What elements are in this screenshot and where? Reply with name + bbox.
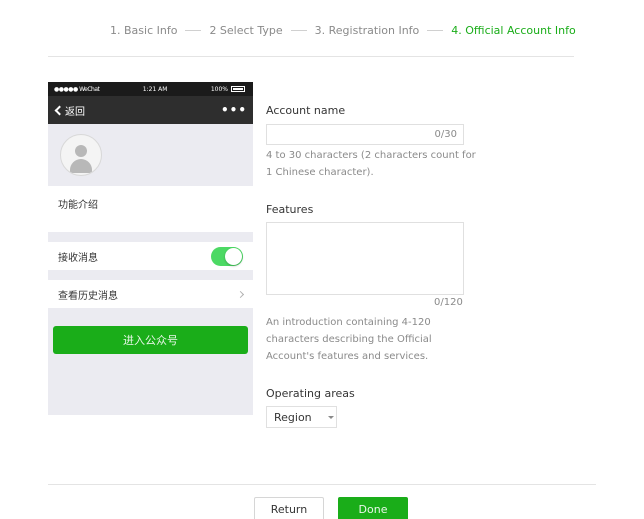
- registration-steps: 1. Basic Info 2 Select Type 3. Registrat…: [110, 24, 576, 37]
- step-registration-info: 3. Registration Info: [314, 24, 420, 37]
- step-basic-info: 1. Basic Info: [110, 24, 178, 37]
- status-time: 1:21 AM: [142, 85, 168, 93]
- back-label: 返回: [65, 106, 85, 118]
- phone-status-bar: ●●●●● WeChat 1:21 AM 100%: [48, 82, 253, 96]
- operating-areas-label: Operating areas: [266, 387, 355, 400]
- chevron-right-icon: [236, 290, 245, 298]
- features-hint: An introduction containing 4-120 charact…: [266, 317, 432, 362]
- receive-messages-label: 接收消息: [58, 252, 98, 264]
- enter-account-button: 进入公众号: [53, 326, 248, 354]
- region-select-value: Region: [274, 410, 312, 424]
- features-counter: 0/120: [434, 297, 463, 308]
- feature-intro-row: 功能介绍: [48, 186, 253, 232]
- battery-icon: [231, 86, 245, 92]
- history-messages-row: 查看历史消息: [48, 280, 253, 308]
- footer-divider: [48, 484, 596, 485]
- chevron-left-icon: [54, 105, 65, 115]
- phone-nav-bar: 返回 •••: [48, 96, 253, 124]
- account-name-hint: 4 to 30 characters (2 characters count f…: [266, 150, 476, 178]
- profile-header: [48, 124, 253, 186]
- step-official-account-info: 4. Official Account Info: [451, 24, 576, 37]
- history-messages-label: 查看历史消息: [58, 290, 118, 302]
- back-button: 返回: [54, 103, 85, 118]
- step-separator: [185, 30, 202, 31]
- account-name-label: Account name: [266, 104, 346, 117]
- battery-percent: 100%: [210, 85, 228, 93]
- carrier-signal: ●●●●● WeChat: [54, 85, 100, 93]
- features-textarea[interactable]: [266, 222, 464, 295]
- done-button[interactable]: Done: [338, 497, 408, 519]
- phone-preview: ●●●●● WeChat 1:21 AM 100% 返回 ••• 功能介绍 接收…: [48, 82, 253, 415]
- avatar-placeholder-icon: [60, 134, 102, 176]
- header-divider: [48, 56, 574, 57]
- features-label: Features: [266, 203, 314, 216]
- more-icon: •••: [220, 103, 247, 117]
- receive-messages-toggle: [211, 246, 243, 266]
- step-separator: [427, 30, 444, 31]
- region-select[interactable]: Region: [266, 406, 337, 428]
- chevron-down-icon: [327, 415, 334, 419]
- account-name-input[interactable]: 0/30: [266, 124, 464, 145]
- receive-messages-row: 接收消息: [48, 242, 253, 270]
- step-separator: [290, 30, 307, 31]
- feature-intro-label: 功能介绍: [58, 200, 98, 211]
- return-button[interactable]: Return: [254, 497, 324, 519]
- step-select-type: 2 Select Type: [209, 24, 283, 37]
- account-name-counter: 0/30: [434, 129, 457, 140]
